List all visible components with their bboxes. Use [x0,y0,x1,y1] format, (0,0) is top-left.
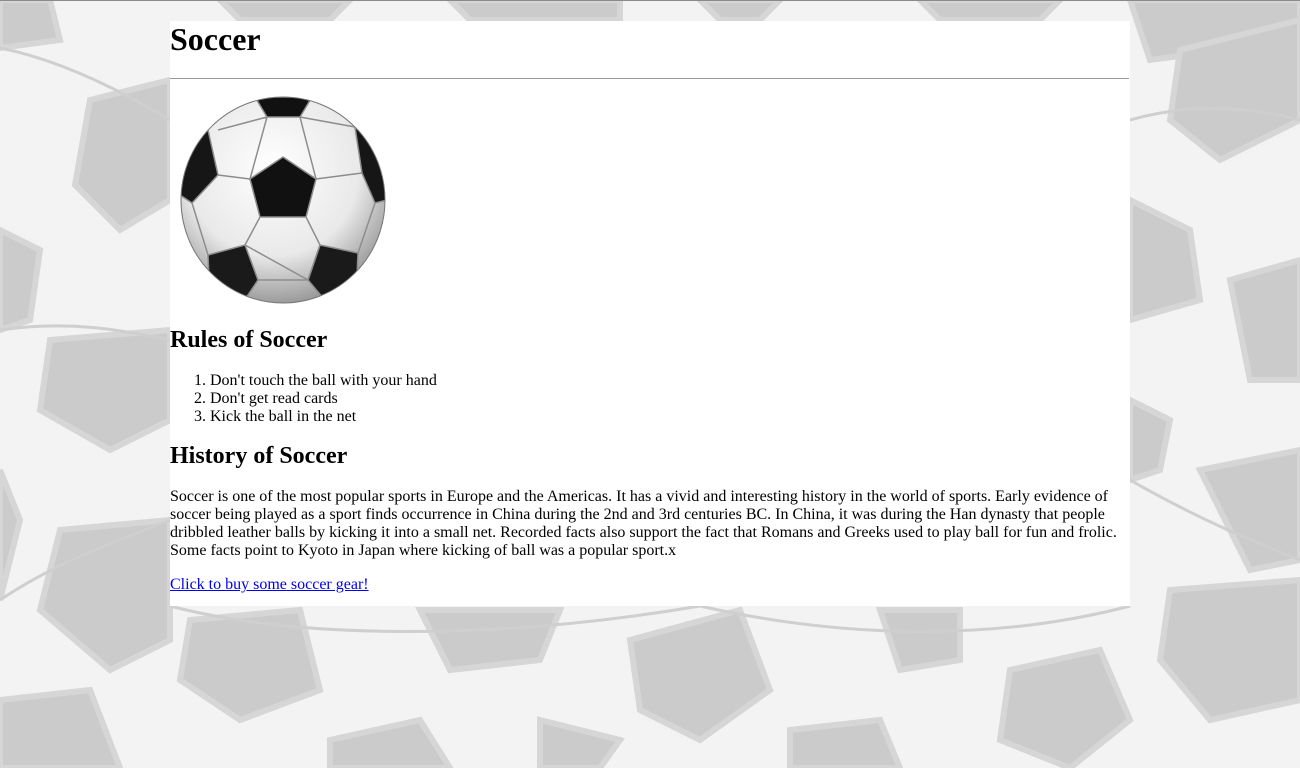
rules-heading: Rules of Soccer [170,327,328,353]
gear-link-container: Click to buy some soccer gear! [170,576,1130,594]
soccer-ball-image [180,95,387,304]
top-border [0,0,1300,1]
list-item: Don't touch the ball with your hand [210,372,1130,390]
list-item: Kick the ball in the net [210,408,1130,426]
history-paragraph: Soccer is one of the most popular sports… [170,488,1117,559]
title-divider [170,78,1129,79]
soccer-ball-icon [180,96,386,304]
page-title: Soccer [170,21,261,57]
rules-list: Don't touch the ball with your hand Don'… [170,372,1130,426]
buy-soccer-gear-link[interactable]: Click to buy some soccer gear! [170,576,369,593]
history-heading: History of Soccer [170,443,348,469]
list-item: Don't get read cards [210,390,1130,408]
main-content: Soccer Rules of Soccer 1. Don't touch th… [170,21,1130,606]
